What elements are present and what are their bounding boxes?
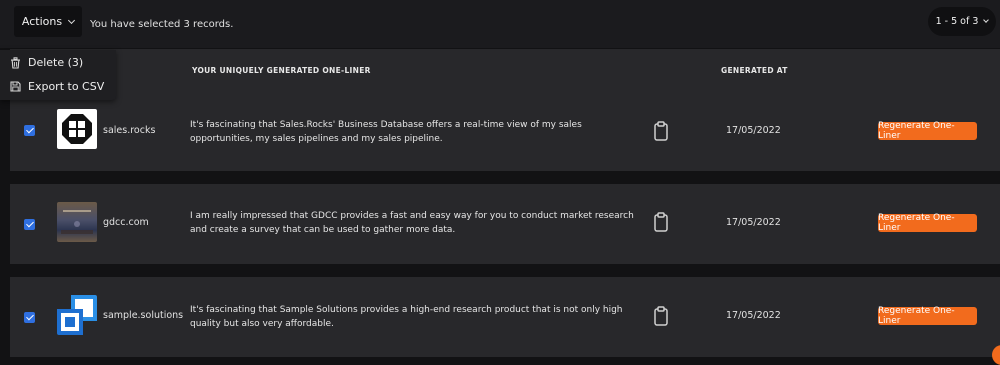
top-toolbar: Actions You have selected 3 records. 1 -… <box>0 0 1000 48</box>
row-one-liner: It's fascinating that Sales.Rocks' Busin… <box>190 120 582 144</box>
menu-item-export-csv[interactable]: Export to CSV <box>10 80 104 93</box>
company-logo <box>57 109 97 149</box>
table-row: sales.rocks It's fascinating that Sales.… <box>10 91 1000 171</box>
menu-item-label: Delete (3) <box>28 56 84 69</box>
row-generated-at: 17/05/2022 <box>726 125 781 136</box>
company-logo <box>57 202 97 242</box>
row-domain: sales.rocks <box>103 125 156 136</box>
regenerate-one-liner-button[interactable]: Regenerate One-Liner <box>878 121 977 141</box>
clipboard-icon[interactable] <box>653 212 669 232</box>
pagination-dropdown[interactable]: 1 - 5 of 3 <box>928 7 996 36</box>
company-logo <box>57 295 97 335</box>
table-header <box>10 49 1000 91</box>
actions-menu: Delete (3) Export to CSV <box>0 50 116 100</box>
column-header-one-liner: YOUR UNIQUELY GENERATED ONE-LINER <box>192 66 371 75</box>
row-domain: sample.solutions <box>103 310 184 321</box>
row-domain: gdcc.com <box>103 217 149 228</box>
row-checkbox[interactable] <box>24 125 35 136</box>
clipboard-icon[interactable] <box>653 121 669 141</box>
clipboard-icon[interactable] <box>653 306 669 326</box>
menu-item-delete[interactable]: Delete (3) <box>10 56 83 69</box>
row-generated-at: 17/05/2022 <box>726 310 781 321</box>
row-checkbox[interactable] <box>24 219 35 230</box>
trash-icon <box>11 56 20 69</box>
regenerate-one-liner-button[interactable]: Regenerate One-Liner <box>878 213 977 233</box>
table-row: sample.solutions It's fascinating that S… <box>10 277 1000 357</box>
chevron-down-icon <box>68 16 76 24</box>
row-one-liner: It's fascinating that Sample Solutions p… <box>190 305 623 329</box>
column-header-generated-at: GENERATED AT <box>721 66 788 75</box>
row-one-liner: I am really impressed that GDCC provides… <box>190 211 634 235</box>
actions-dropdown-button[interactable]: Actions <box>14 6 82 37</box>
menu-item-label: Export to CSV <box>28 80 105 93</box>
save-icon <box>10 81 21 92</box>
selection-status: You have selected 3 records. <box>90 19 234 30</box>
actions-label: Actions <box>21 15 63 28</box>
row-generated-at: 17/05/2022 <box>726 217 781 228</box>
regenerate-one-liner-button[interactable]: Regenerate One-Liner <box>878 306 977 326</box>
chevron-down-icon <box>983 17 990 23</box>
table-row: gdcc.com I am really impressed that GDCC… <box>10 184 1000 264</box>
row-checkbox[interactable] <box>24 312 35 323</box>
pagination-label: 1 - 5 of 3 <box>935 16 979 27</box>
